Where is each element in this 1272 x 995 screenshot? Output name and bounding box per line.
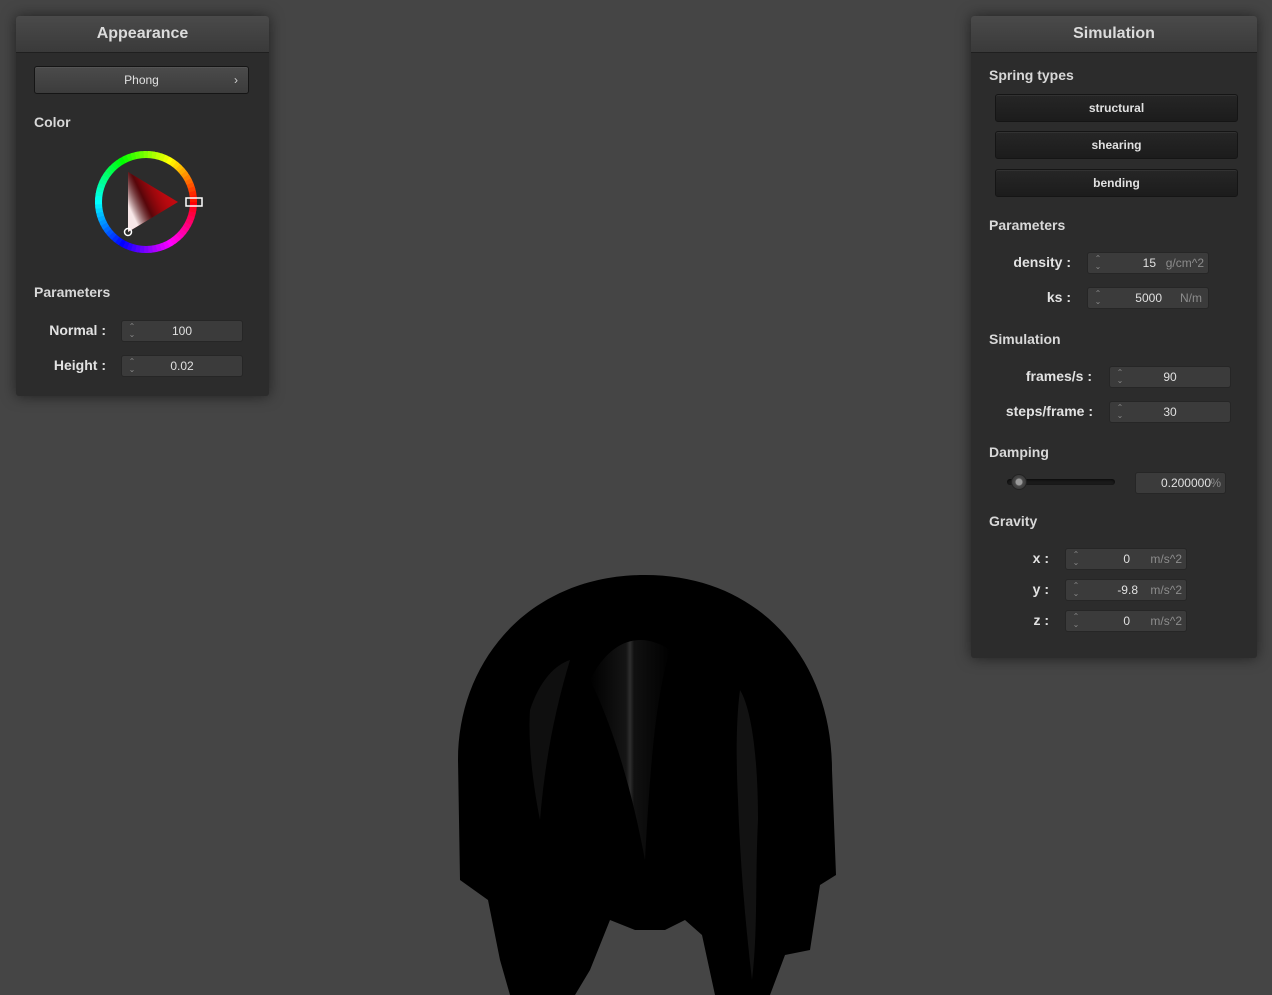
fps-input[interactable]: ⌃ ⌄ 90 (1109, 366, 1231, 388)
simulation-panel-title: Simulation (971, 16, 1257, 53)
fps-label: frames/s : (1025, 368, 1092, 384)
steps-input[interactable]: ⌃ ⌄ 30 (1109, 401, 1231, 423)
structural-button[interactable]: structural (995, 94, 1238, 122)
chevron-right-icon: › (234, 73, 238, 87)
density-value: 15 (1142, 256, 1156, 270)
spinner-icon[interactable]: ⌃ ⌄ (1072, 551, 1080, 567)
density-label: density : (1013, 254, 1071, 270)
gravity-z-value: 0 (1123, 614, 1130, 628)
ks-unit: N/m (1180, 291, 1202, 305)
sim-parameters-label: Parameters (989, 217, 1066, 233)
ks-label: ks : (1046, 289, 1071, 305)
simulation-section-label: Simulation (989, 331, 1061, 347)
spinner-icon[interactable]: ⌃ ⌄ (1072, 582, 1080, 598)
appearance-panel: Appearance Phong › Color Parameters Norm… (16, 16, 269, 396)
height-value: 0.02 (170, 359, 194, 373)
spring-types-label: Spring types (989, 67, 1074, 83)
damping-slider-knob[interactable] (1010, 474, 1027, 490)
steps-label: steps/frame : (1005, 403, 1093, 419)
gravity-x-label: x : (1032, 550, 1049, 566)
density-unit: g/cm^2 (1165, 256, 1204, 270)
ks-value: 5000 (1135, 291, 1162, 305)
gravity-y-value: -9.8 (1117, 583, 1138, 597)
damping-unit: % (1210, 476, 1221, 490)
normal-label: Normal : (49, 322, 106, 338)
shader-dropdown-label: Phong (124, 73, 159, 87)
simulation-panel: Simulation Spring types structural shear… (971, 16, 1257, 658)
height-input[interactable]: ⌃ ⌄ 0.02 (121, 355, 243, 377)
appearance-panel-title: Appearance (16, 16, 269, 53)
spinner-icon[interactable]: ⌃ ⌄ (1094, 255, 1102, 271)
appearance-parameters-label: Parameters (34, 284, 111, 300)
gravity-z-unit: m/s^2 (1150, 614, 1182, 628)
cloth-render (458, 575, 836, 995)
gravity-z-input[interactable]: ⌃ ⌄ 0 m/s^2 (1065, 610, 1187, 632)
shader-dropdown[interactable]: Phong › (34, 66, 249, 94)
density-input[interactable]: ⌃ ⌄ 15 g/cm^2 (1087, 252, 1209, 274)
damping-value: 0.200000 (1160, 476, 1211, 490)
ks-input[interactable]: ⌃ ⌄ 5000 N/m (1087, 287, 1209, 309)
bending-button[interactable]: bending (995, 169, 1238, 197)
color-wheel[interactable] (88, 144, 208, 264)
gravity-x-input[interactable]: ⌃ ⌄ 0 m/s^2 (1065, 548, 1187, 570)
normal-value: 100 (171, 324, 193, 338)
height-label: Height : (53, 357, 106, 373)
gravity-label: Gravity (989, 513, 1038, 529)
gravity-x-value: 0 (1123, 552, 1130, 566)
color-section-label: Color (34, 114, 71, 130)
gravity-y-input[interactable]: ⌃ ⌄ -9.8 m/s^2 (1065, 579, 1187, 601)
shearing-button[interactable]: shearing (995, 131, 1238, 159)
steps-value: 30 (1163, 405, 1177, 419)
normal-input[interactable]: ⌃ ⌄ 100 (121, 320, 243, 342)
spinner-icon[interactable]: ⌃ ⌄ (1094, 290, 1102, 306)
gravity-y-unit: m/s^2 (1150, 583, 1182, 597)
fps-value: 90 (1163, 370, 1177, 384)
damping-input[interactable]: 0.200000 % (1135, 472, 1226, 494)
gravity-y-label: y : (1032, 581, 1049, 597)
damping-label: Damping (989, 444, 1049, 460)
spinner-icon[interactable]: ⌃ ⌄ (1072, 613, 1080, 629)
gravity-z-label: z : (1033, 612, 1049, 628)
gravity-x-unit: m/s^2 (1150, 552, 1182, 566)
